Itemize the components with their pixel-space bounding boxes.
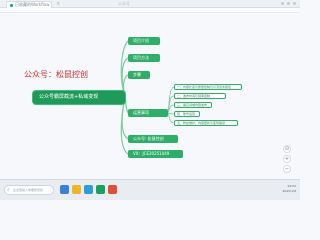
search-icon: ⌕ (7, 187, 10, 193)
tab-favicon-icon (10, 4, 13, 7)
watermark-text: 公众号：松鼠控创 (24, 70, 88, 79)
branch-operations[interactable]: 运营事项 (128, 109, 168, 117)
window-controls (281, 2, 296, 5)
leaf-item[interactable]: 二、发布时间与频率控制 (174, 93, 226, 99)
branch-project-method[interactable]: 项目方法 (128, 54, 160, 62)
wechat-icon[interactable] (96, 185, 105, 194)
leaf-item[interactable]: 五、粉丝维护，内容更新与变现路径 (174, 120, 238, 126)
maximize-button[interactable] (287, 2, 290, 5)
app-window: 已收藏的Workflow × 公众号 公众号：松鼠控创 公众号霸屏截流+私域变现… (0, 0, 300, 200)
leaf-item[interactable]: 四、账号运营 (174, 111, 200, 117)
browser-icon[interactable] (84, 185, 93, 194)
branch-wechat-id[interactable]: VX：JCE20251049 (128, 150, 183, 158)
close-tab-icon[interactable]: × (56, 0, 60, 8)
taskbar: ⌕ 在这里输入你要搜索的 14:52 2025/1/8 (0, 179, 300, 200)
zoom-in-button[interactable]: + (283, 155, 291, 163)
fit-view-button[interactable]: ⊙ (283, 145, 291, 153)
window-title: 公众号 (118, 1, 130, 6)
leaf-item[interactable]: 一、内容长度与质量控制与引流话术把控 (174, 84, 242, 90)
branch-steps[interactable]: 步骤 (128, 71, 150, 79)
branch-project-intro[interactable]: 项目介绍 (128, 37, 160, 45)
branch-official-account[interactable]: 公众号: 松鼠控创 (128, 135, 178, 143)
app-icon[interactable] (108, 185, 117, 194)
title-bar: 已收藏的Workflow × 公众号 (0, 0, 300, 8)
mindmap-canvas[interactable]: 公众号：松鼠控创 公众号霸屏截流+私域变现 项目介绍 项目方法 步骤 运营事项 … (0, 14, 300, 179)
leaf-item[interactable]: 三、垂直领域内容发布 (174, 102, 212, 108)
taskbar-search-input[interactable]: ⌕ 在这里输入你要搜索的 (4, 185, 54, 195)
system-tray-clock[interactable]: 14:52 2025/1/8 (283, 184, 296, 194)
root-node-label: 公众号霸屏截流+私域变现 (39, 94, 99, 100)
close-window-button[interactable] (293, 2, 296, 5)
task-view-icon[interactable] (60, 185, 69, 194)
minimize-button[interactable] (281, 2, 284, 5)
browser-tab[interactable]: 已收藏的Workflow (6, 1, 52, 8)
zoom-out-button[interactable]: − (283, 165, 291, 173)
toolbar-strip (0, 8, 300, 13)
mindmap-root-node[interactable]: 公众号霸屏截流+私域变现 (33, 91, 125, 104)
search-placeholder: 在这里输入你要搜索的 (13, 188, 44, 192)
tray-date: 2025/1/8 (282, 189, 296, 193)
file-explorer-icon[interactable] (72, 185, 81, 194)
